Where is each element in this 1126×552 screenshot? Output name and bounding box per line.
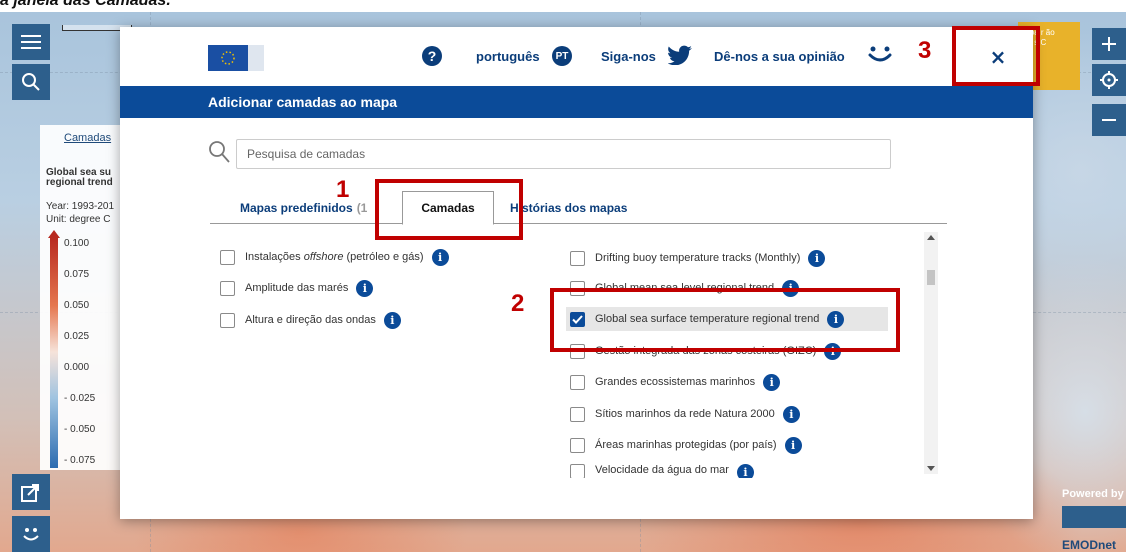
share-button[interactable]: [12, 474, 50, 510]
legend-tick: - 0.025: [64, 393, 96, 404]
zoom-in-button[interactable]: [1092, 28, 1126, 60]
list-item[interactable]: Áreas marinhas protegidas (por país) i: [570, 433, 802, 457]
search-icon: [22, 73, 40, 91]
callout-box-2: [550, 288, 900, 352]
modal-title: Adicionar camadas ao mapa: [208, 94, 398, 110]
list-item[interactable]: Velocidade da água do mar i: [570, 464, 754, 478]
feedback-map-button[interactable]: [12, 516, 50, 552]
callout-number-3: 3: [918, 37, 932, 64]
modal-header: ? português PT Siga-nos Dê-nos a sua opi…: [120, 27, 1033, 86]
smile-icon: [23, 528, 39, 541]
list-item[interactable]: Instalações offshore (petróleo e gás) i: [220, 245, 449, 269]
info-icon[interactable]: i: [784, 436, 802, 454]
tab-count: (1: [356, 200, 368, 215]
checkbox[interactable]: [570, 464, 585, 478]
info-icon[interactable]: i: [431, 248, 449, 266]
layer-label: Drifting buoy temperature tracks (Monthl…: [595, 252, 801, 264]
info-icon[interactable]: i: [736, 464, 754, 478]
list-item[interactable]: Amplitude das marés i: [220, 276, 374, 300]
question-circle-icon[interactable]: ?: [422, 46, 442, 66]
list-item[interactable]: Altura e direção das ondas i: [220, 308, 401, 332]
legend-tick: 0.050: [64, 300, 90, 311]
legend-tick: - 0.050: [64, 424, 96, 435]
scroll-thumb[interactable]: [927, 270, 935, 285]
checkbox[interactable]: [220, 249, 235, 265]
layer-search-input[interactable]: [236, 139, 891, 169]
emodnet-logo[interactable]: [1062, 506, 1126, 528]
plus-icon: [1102, 37, 1116, 51]
info-icon[interactable]: i: [763, 373, 781, 391]
list-scrollbar[interactable]: [924, 232, 938, 474]
add-layers-modal: ? português PT Siga-nos Dê-nos a sua opi…: [120, 27, 1033, 519]
legend-tick: - 0.075: [64, 455, 96, 466]
share-icon: [21, 484, 39, 502]
checkbox[interactable]: [570, 250, 585, 266]
legend-title: Global sea su regional trend: [46, 167, 113, 188]
zoom-out-button[interactable]: [1092, 104, 1126, 136]
checkbox[interactable]: [220, 280, 235, 296]
layer-label: Áreas marinhas protegidas (por país): [595, 439, 777, 451]
tab-map-stories[interactable]: Histórias dos mapas: [510, 191, 627, 224]
follow-us-link[interactable]: Siga-nos: [601, 49, 656, 64]
callout-box-1: [375, 179, 523, 240]
emodnet-brand: EMODnet: [1062, 538, 1116, 552]
legend-year: Year: 1993-201: [46, 201, 115, 212]
caption-strip: a janela das Camadas.: [0, 0, 1126, 12]
map-search-button[interactable]: [12, 64, 50, 100]
language-selector[interactable]: português: [476, 49, 540, 64]
legend-layers-link[interactable]: Camadas: [64, 132, 111, 144]
language-code-badge[interactable]: PT: [552, 46, 572, 66]
feedback-link[interactable]: Dê-nos a sua opinião: [714, 49, 845, 64]
menu-button[interactable]: [12, 24, 50, 60]
callout-number-2: 2: [511, 290, 525, 317]
layer-label: Velocidade da água do mar: [595, 464, 729, 476]
info-icon[interactable]: i: [808, 249, 826, 267]
eu-flag-logo[interactable]: [208, 45, 264, 71]
layer-tabs: Mapas predefinidos (1 Camadas Histórias …: [210, 191, 947, 225]
modal-title-bar: Adicionar camadas ao mapa: [120, 86, 1033, 118]
menu-icon: [21, 35, 41, 49]
legend-tick: 0.025: [64, 331, 90, 342]
list-item[interactable]: Grandes ecossistemas marinhos i: [570, 370, 781, 394]
scroll-down-arrow[interactable]: [927, 466, 935, 471]
layer-label: Amplitude das marés: [245, 282, 349, 294]
checkbox[interactable]: [220, 312, 235, 328]
legend-tick: 0.100: [64, 238, 90, 249]
powered-by-label: Powered by: [1062, 488, 1124, 500]
svg-text:?: ?: [428, 48, 437, 64]
layer-label: Sítios marinhos da rede Natura 2000: [595, 408, 775, 420]
info-icon[interactable]: i: [383, 311, 401, 329]
callout-number-1: 1: [336, 176, 350, 203]
minus-icon: [1102, 119, 1116, 121]
checkbox[interactable]: [570, 437, 585, 453]
list-item[interactable]: Sítios marinhos da rede Natura 2000 i: [570, 402, 800, 426]
legend-tick: 0.075: [64, 269, 90, 280]
tab-label: Histórias dos mapas: [510, 200, 628, 215]
scroll-up-arrow[interactable]: [927, 235, 935, 240]
twitter-icon[interactable]: [668, 45, 692, 65]
layer-label: Altura e direção das ondas: [245, 314, 376, 326]
list-item[interactable]: Drifting buoy temperature tracks (Monthl…: [570, 246, 826, 270]
checkbox[interactable]: [570, 406, 585, 422]
legend-unit: Unit: degree C: [46, 214, 111, 225]
legend-color-bar: [50, 236, 58, 468]
caption-text: a janela das Camadas.: [0, 0, 171, 9]
locate-button[interactable]: [1092, 64, 1126, 96]
info-icon[interactable]: i: [356, 279, 374, 297]
search-icon: [209, 141, 230, 163]
callout-box-3: [952, 26, 1040, 86]
info-icon[interactable]: i: [782, 405, 800, 423]
smile-icon[interactable]: [868, 43, 892, 65]
crosshair-icon: [1100, 71, 1118, 89]
legend-tick: 0.000: [64, 362, 90, 373]
layer-label: Instalações offshore (petróleo e gás): [245, 251, 424, 263]
checkbox[interactable]: [570, 374, 585, 390]
layer-label: Grandes ecossistemas marinhos: [595, 376, 756, 388]
